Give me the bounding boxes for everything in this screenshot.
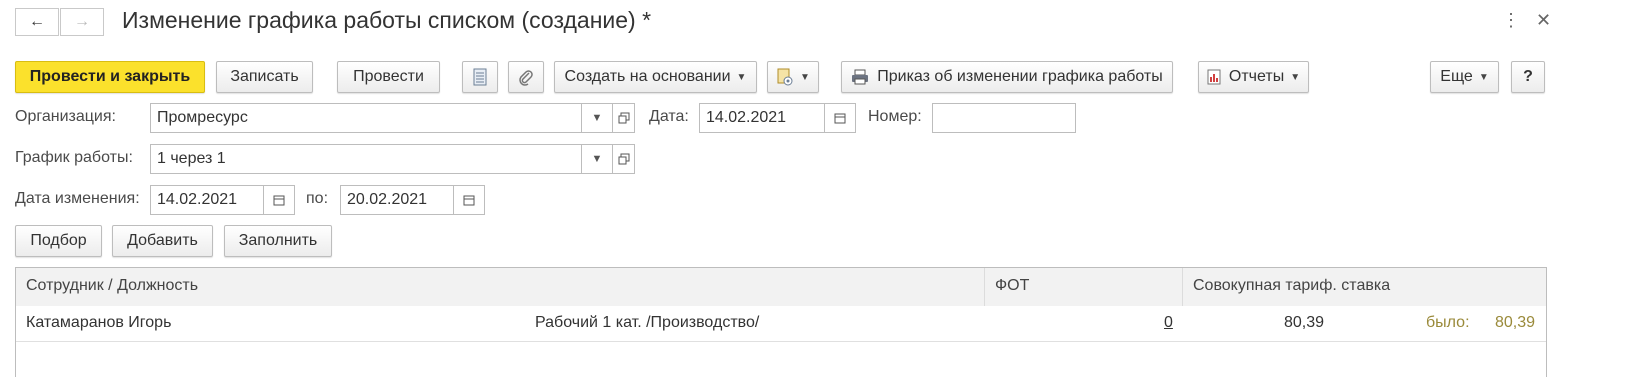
save-button[interactable]: Записать: [216, 61, 313, 93]
calendar-icon[interactable]: [263, 186, 294, 214]
fill-button[interactable]: Заполнить: [224, 225, 332, 257]
close-icon[interactable]: ✕: [1536, 10, 1551, 31]
open-schedule-button[interactable]: [613, 144, 635, 174]
forward-button[interactable]: →: [60, 8, 104, 36]
document-gear-icon: [777, 68, 793, 86]
employee-name: Катамаранов Игорь: [26, 314, 172, 331]
open-window-icon: [618, 112, 629, 124]
change-date-to-field[interactable]: 20.02.2021: [340, 185, 485, 215]
number-label: Номер:: [868, 108, 922, 125]
help-button[interactable]: ?: [1511, 61, 1545, 93]
rate-value: 80,39: [1284, 314, 1325, 331]
list-icon: [473, 68, 487, 86]
was-value: 80,39: [1495, 314, 1536, 331]
chevron-down-icon: ▼: [800, 71, 810, 83]
fot-link[interactable]: 0: [1164, 306, 1173, 341]
paperclip-icon: [519, 70, 533, 86]
was-label: было:: [1426, 314, 1470, 331]
table-header: Сотрудник / Должность ФОТ Совокупная тар…: [16, 268, 1546, 307]
dropdown-arrow-icon[interactable]: ▼: [581, 145, 612, 173]
chevron-down-icon: ▼: [1478, 71, 1489, 83]
pick-button[interactable]: Подбор: [15, 225, 102, 257]
employees-table: Сотрудник / Должность ФОТ Совокупная тар…: [15, 267, 1547, 377]
reports-label: Отчеты: [1228, 68, 1285, 85]
arrow-right-icon: →: [74, 13, 90, 30]
printer-icon: [852, 69, 869, 85]
column-header-employee[interactable]: Сотрудник / Должность: [16, 268, 985, 306]
document-list-button[interactable]: [462, 61, 498, 93]
attach-button[interactable]: [508, 61, 544, 93]
table-row[interactable]: Катамаранов Игорь Рабочий 1 кат. /Произв…: [16, 306, 1546, 342]
create-based-on-button[interactable]: Создать на основании ▼: [554, 61, 757, 93]
schedule-field[interactable]: 1 через 1 ▼: [150, 144, 613, 174]
calendar-icon[interactable]: [453, 186, 484, 214]
open-organization-button[interactable]: [613, 103, 635, 133]
back-button[interactable]: ←: [15, 8, 59, 36]
change-date-from-field[interactable]: 14.02.2021: [150, 185, 295, 215]
date-field[interactable]: 14.02.2021: [699, 103, 856, 133]
schedule-value: 1 через 1: [157, 150, 226, 167]
organization-value: Промресурс: [157, 109, 248, 126]
calendar-icon[interactable]: [824, 104, 855, 132]
employee-position: Рабочий 1 кат. /Производство/: [535, 314, 760, 331]
date-value: 14.02.2021: [706, 109, 787, 126]
change-date-to-value: 20.02.2021: [347, 191, 428, 208]
arrow-left-icon: ←: [29, 13, 45, 30]
to-label: по:: [306, 190, 329, 207]
schedule-label: График работы:: [15, 149, 133, 166]
report-chart-icon: [1207, 69, 1221, 85]
create-based-on-label: Создать на основании: [564, 68, 731, 85]
column-header-fot[interactable]: ФОТ: [985, 268, 1183, 306]
dropdown-arrow-icon[interactable]: ▼: [581, 104, 612, 132]
post-and-close-button[interactable]: Провести и закрыть: [15, 61, 205, 93]
chevron-down-icon: ▼: [736, 71, 747, 83]
page-title: Изменение графика работы списком (создан…: [122, 7, 652, 33]
reports-button[interactable]: Отчеты ▼: [1198, 61, 1309, 93]
print-order-label: Приказ об изменении графика работы: [877, 68, 1163, 85]
change-date-label: Дата изменения:: [15, 190, 140, 207]
date-label: Дата:: [649, 108, 689, 125]
open-window-icon: [618, 153, 629, 165]
organization-label: Организация:: [15, 108, 116, 125]
post-button[interactable]: Провести: [337, 61, 440, 93]
column-header-rate[interactable]: Совокупная тариф. ставка: [1183, 268, 1546, 306]
more-label: Еще: [1440, 68, 1473, 85]
organization-field[interactable]: Промресурс ▼: [150, 103, 613, 133]
print-order-button[interactable]: Приказ об изменении графика работы: [841, 61, 1173, 93]
add-button[interactable]: Добавить: [112, 225, 213, 257]
more-actions-icon[interactable]: ⋮: [1502, 10, 1520, 31]
chevron-down-icon: ▼: [1290, 71, 1301, 83]
change-date-from-value: 14.02.2021: [157, 191, 238, 208]
more-button[interactable]: Еще ▼: [1430, 61, 1499, 93]
number-field[interactable]: [932, 103, 1076, 133]
related-documents-button[interactable]: ▼: [767, 61, 819, 93]
